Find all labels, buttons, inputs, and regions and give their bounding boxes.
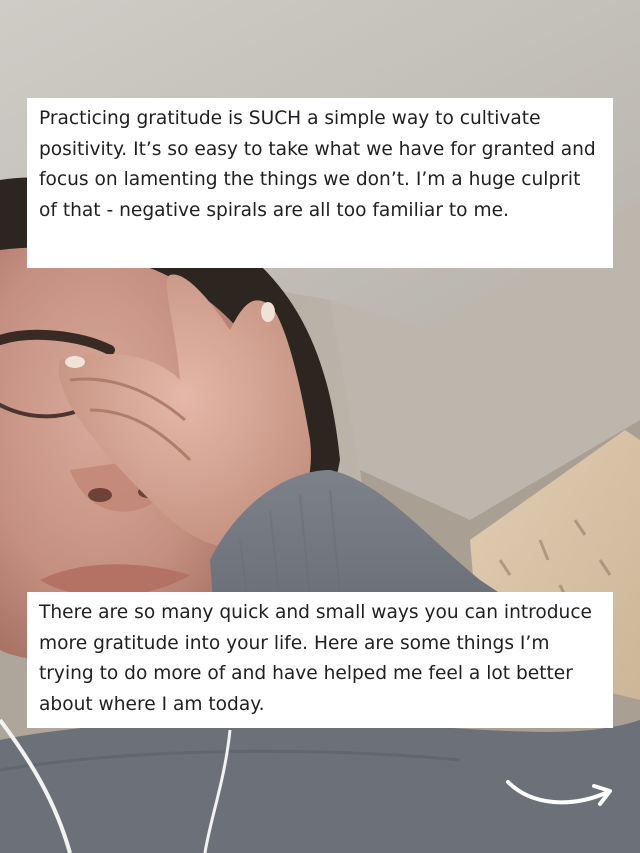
caption-bottom: There are so many quick and small ways y… (27, 592, 613, 728)
caption-top-text: Practicing gratitude is SUCH a simple wa… (39, 108, 596, 221)
caption-bottom-text: There are so many quick and small ways y… (39, 602, 593, 715)
caption-top: Practicing gratitude is SUCH a simple wa… (27, 98, 613, 268)
curved-arrow-right-icon[interactable] (502, 772, 618, 814)
